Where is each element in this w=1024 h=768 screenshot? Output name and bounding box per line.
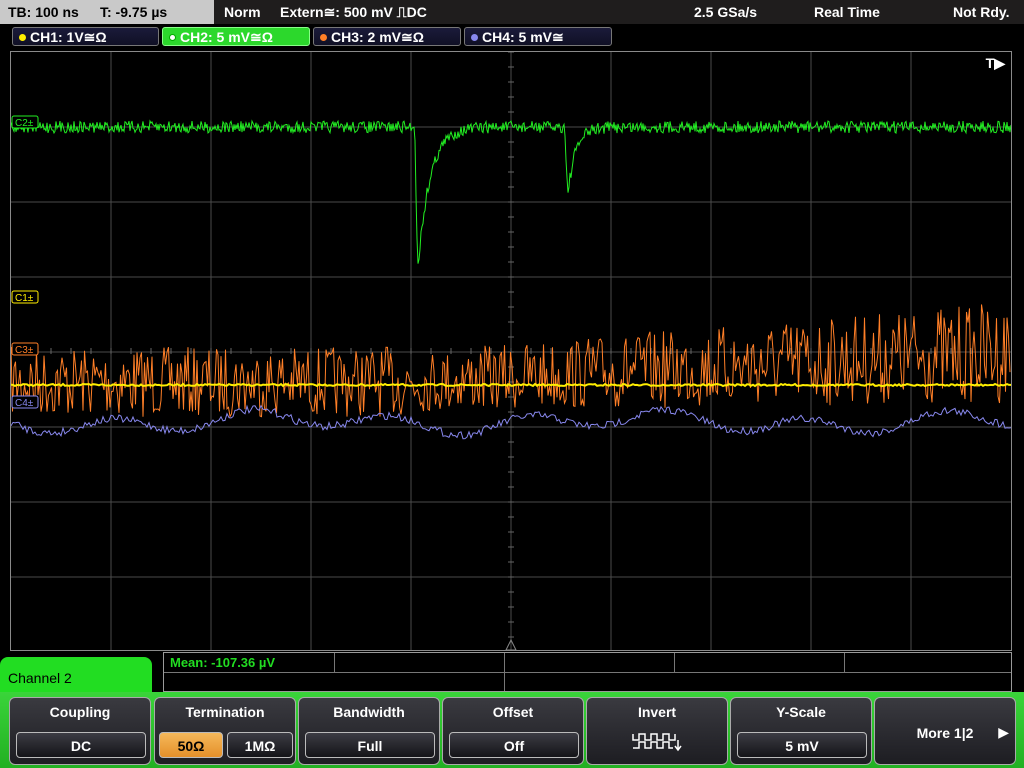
status-bar: TB: 100 ns T: -9.75 µs Norm Extern≅: 500…	[0, 0, 1024, 24]
channel-2-dot-icon	[169, 34, 176, 41]
offset-label: Offset	[492, 704, 534, 720]
channel-4-label: CH4: 5 mV≅	[482, 29, 564, 45]
bandwidth-label: Bandwidth	[333, 704, 405, 720]
arrow-right-icon: ▶	[998, 724, 1009, 740]
trigger-position-marker[interactable]: T▶	[986, 55, 1005, 72]
channel-1-dot-icon	[19, 34, 26, 41]
offset-value[interactable]: Off	[449, 732, 579, 758]
termination-option-1mohm[interactable]: 1MΩ	[227, 732, 293, 758]
channel-offset-marker-c2[interactable]: C2±	[11, 115, 39, 129]
invert-square-wave-icon	[632, 733, 682, 752]
marker-label: C2±	[15, 118, 34, 129]
timebase-box[interactable]: TB: 100 ns T: -9.75 µs	[0, 0, 214, 24]
bandwidth-softkey[interactable]: Bandwidth Full	[298, 697, 440, 765]
measurement-cell	[334, 653, 505, 672]
termination-softkey[interactable]: Termination 50Ω 1MΩ	[154, 697, 296, 765]
channel-1-label: CH1: 1V≅Ω	[30, 29, 107, 45]
coupling-value[interactable]: DC	[16, 732, 146, 758]
acquisition-type: Real Time	[814, 4, 880, 20]
coupling-label: Coupling	[49, 704, 111, 720]
channel-offset-marker-c4[interactable]: C4±	[11, 395, 39, 409]
channel-3-dot-icon	[320, 34, 327, 41]
channel-tab-3[interactable]: CH3: 2 mV≅Ω	[313, 27, 461, 46]
measurement-cell	[164, 672, 505, 691]
channel-tab-1[interactable]: CH1: 1V≅Ω	[12, 27, 159, 46]
measurement-cell	[504, 653, 675, 672]
trigger-time-readout: T: -9.75 µs	[100, 4, 168, 20]
measurement-table: Mean: -107.36 µV	[163, 652, 1012, 692]
y-scale-value[interactable]: 5 mV	[737, 732, 867, 758]
waveform-canvas: C2± C1± C3± C4±	[11, 52, 1011, 650]
waveform-display[interactable]: C2± C1± C3± C4± T▶	[10, 51, 1012, 651]
trigger-source[interactable]: Extern≅: 500 mV ⎍DC	[280, 0, 427, 24]
mean-measurement: Mean: -107.36 µV	[170, 655, 276, 670]
more-label: More 1|2	[916, 725, 974, 741]
marker-label: C3±	[15, 345, 34, 356]
channel-bar: CH1: 1V≅Ω CH2: 5 mV≅Ω CH3: 2 mV≅Ω CH4: 5…	[0, 24, 1024, 50]
offset-softkey[interactable]: Offset Off	[442, 697, 584, 765]
measurement-row	[164, 672, 1011, 691]
measurement-cell: Mean: -107.36 µV	[164, 653, 335, 672]
invert-softkey[interactable]: Invert	[586, 697, 728, 765]
termination-label: Termination	[185, 704, 265, 720]
channel-tab-2[interactable]: CH2: 5 mV≅Ω	[162, 27, 310, 46]
termination-option-50ohm[interactable]: 50Ω	[159, 732, 223, 758]
channel-offset-marker-c1[interactable]: C1±	[11, 290, 39, 304]
more-softkey[interactable]: More 1|2 ▶	[874, 697, 1016, 765]
channel-3-label: CH3: 2 mV≅Ω	[331, 29, 424, 45]
bandwidth-value[interactable]: Full	[305, 732, 435, 758]
acquisition-mode[interactable]: Norm	[224, 0, 261, 24]
timebase-readout: TB: 100 ns	[8, 4, 79, 20]
channel-4-dot-icon	[471, 34, 478, 41]
sample-rate: 2.5 GSa/s	[694, 4, 758, 20]
run-status: Not Rdy.	[953, 4, 1010, 20]
marker-label: C4±	[15, 398, 34, 409]
y-scale-label: Y-Scale	[776, 704, 826, 720]
y-scale-softkey[interactable]: Y-Scale 5 mV	[730, 697, 872, 765]
measurement-cell	[674, 653, 845, 672]
invert-label: Invert	[637, 704, 677, 720]
channel-offset-marker-c3[interactable]: C3±	[11, 342, 39, 356]
channel-tab-4[interactable]: CH4: 5 mV≅	[464, 27, 612, 46]
channel-2-label: CH2: 5 mV≅Ω	[180, 29, 273, 45]
marker-label: C1±	[15, 293, 34, 304]
coupling-softkey[interactable]: Coupling DC	[9, 697, 151, 765]
measurement-row: Mean: -107.36 µV	[164, 653, 1011, 673]
